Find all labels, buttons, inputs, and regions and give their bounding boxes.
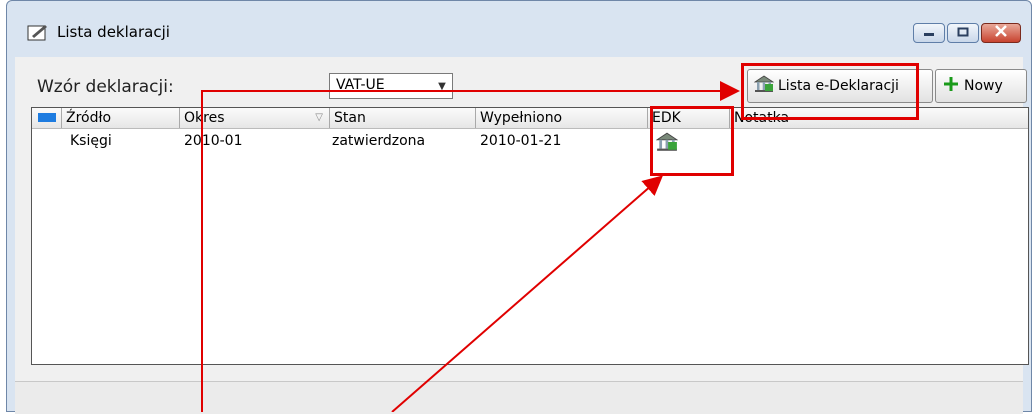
arrow-to-e-declarations bbox=[201, 81, 740, 412]
annotation-arrows bbox=[201, 81, 740, 412]
arrow-to-edk bbox=[391, 175, 664, 412]
